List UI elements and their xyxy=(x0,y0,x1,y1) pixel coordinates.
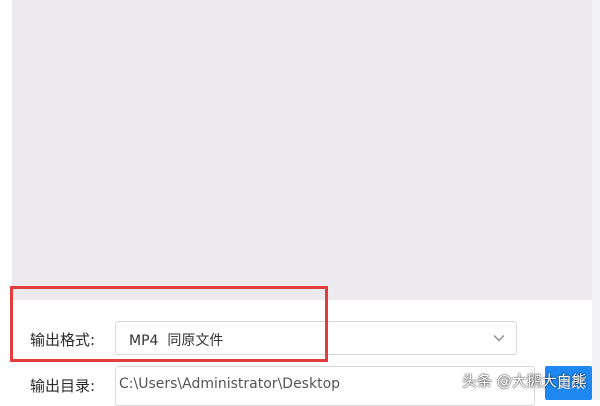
output-format-value: MP4 同原文件 xyxy=(129,333,224,349)
scrollbar-track[interactable] xyxy=(592,0,600,400)
output-format-select[interactable]: MP4 同原文件 xyxy=(115,321,517,355)
change-directory-button[interactable]: 更改 xyxy=(545,366,592,400)
output-format-label: 输出格式: xyxy=(30,331,96,349)
output-directory-label: 输出目录: xyxy=(30,377,96,395)
preview-area xyxy=(12,0,592,300)
output-directory-field[interactable] xyxy=(115,366,535,406)
chevron-down-icon xyxy=(493,335,505,342)
